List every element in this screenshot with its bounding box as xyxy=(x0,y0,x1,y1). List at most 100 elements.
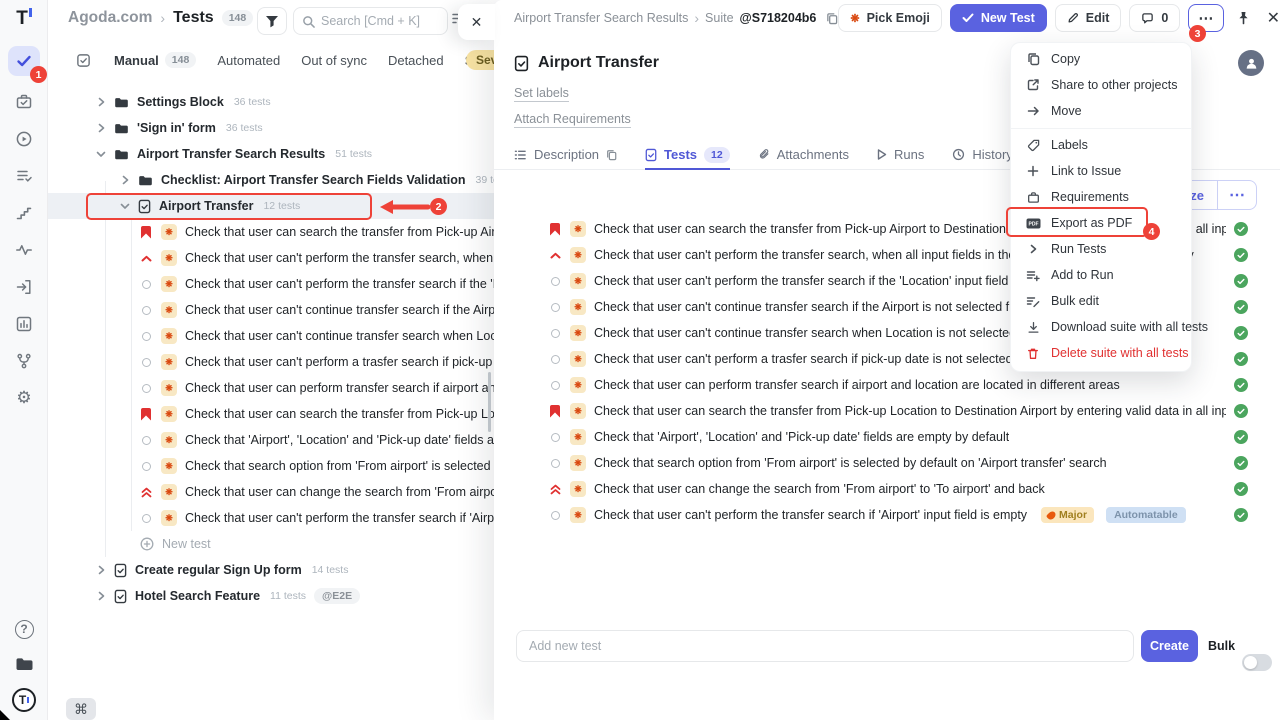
chevron-right-icon[interactable] xyxy=(120,175,130,185)
menu-item-labels[interactable]: Labels xyxy=(1011,132,1191,158)
edit-button[interactable]: Edit xyxy=(1055,4,1122,32)
brand-logo-icon[interactable]: T xyxy=(12,688,36,712)
summarize-more-button[interactable]: ⋯ xyxy=(1217,181,1256,209)
pin-button[interactable] xyxy=(1232,11,1254,25)
tree-test-row[interactable]: ❋Check that user can't perform a trasfer… xyxy=(48,349,494,375)
chevron-right-icon[interactable] xyxy=(96,565,106,575)
menu-item-download-suite[interactable]: Download suite with all tests xyxy=(1011,314,1191,340)
menu-item-run-tests[interactable]: Run Tests xyxy=(1011,236,1191,262)
projects-folder-icon[interactable] xyxy=(13,653,35,675)
close-button[interactable]: ✕ xyxy=(1262,8,1280,28)
create-button[interactable]: Create xyxy=(1141,630,1198,662)
breadcrumb-project[interactable]: Agoda.com xyxy=(68,9,152,27)
tree-scrollbar[interactable] xyxy=(488,372,491,432)
tree-test-row[interactable]: ❋Check that user can't continue transfer… xyxy=(48,297,494,323)
chevron-right-icon[interactable] xyxy=(96,97,106,107)
tree-test-row[interactable]: ❋Check that user can change the search f… xyxy=(48,479,494,505)
new-test-row[interactable]: New test xyxy=(48,531,494,557)
tab-description[interactable]: Description xyxy=(514,141,617,168)
folder-row-checklist[interactable]: Checklist: Airport Transfer Search Field… xyxy=(48,167,494,193)
chevron-right-icon[interactable] xyxy=(96,123,106,133)
tree-test-row[interactable]: ❋Check that user can't perform the trans… xyxy=(48,271,494,297)
nav-branches-icon[interactable] xyxy=(13,350,35,372)
chevron-down-icon[interactable] xyxy=(96,151,106,158)
copy-icon[interactable] xyxy=(606,149,617,161)
nav-reports-icon[interactable] xyxy=(13,313,35,335)
search-input[interactable] xyxy=(321,14,431,28)
menu-item-delete-suite[interactable]: Delete suite with all tests xyxy=(1011,340,1191,366)
tab-tests[interactable]: Tests 12 xyxy=(645,141,730,170)
tree-test-row[interactable]: ❋Check that user can't perform the trans… xyxy=(48,245,494,271)
tree-test-row[interactable]: ❋Check that user can search the transfer… xyxy=(48,401,494,427)
tree-test-row[interactable]: ❋Check that user can't perform the trans… xyxy=(48,505,494,531)
tab-out-of-sync[interactable]: Out of sync xyxy=(301,53,367,68)
status-check-icon xyxy=(1234,222,1248,236)
comments-button[interactable]: 0 xyxy=(1129,4,1180,32)
menu-item-link-to-issue[interactable]: Link to Issue xyxy=(1011,158,1191,184)
chevron-down-icon[interactable] xyxy=(120,203,130,210)
severity-filter-chip[interactable]: Sev xyxy=(466,50,494,70)
nav-shared-steps-icon[interactable] xyxy=(13,276,35,298)
test-row[interactable]: ❋Check that user can perform transfer se… xyxy=(494,372,1280,398)
menu-item-add-to-run[interactable]: Add to Run xyxy=(1011,262,1191,288)
select-all-icon[interactable] xyxy=(76,53,91,68)
pick-emoji-button[interactable]: ❋ Pick Emoji xyxy=(838,4,941,32)
drawer-close-tab[interactable]: ✕ xyxy=(458,4,495,40)
tab-manual[interactable]: Manual148 xyxy=(114,52,196,68)
test-title: Check that 'Airport', 'Location' and 'Pi… xyxy=(594,430,1009,444)
tab-runs[interactable]: Runs xyxy=(877,141,924,168)
folder-icon xyxy=(114,96,129,109)
folder-count: 36 tests xyxy=(226,122,263,134)
tab-attachments[interactable]: Attachments xyxy=(758,141,849,168)
plus-icon xyxy=(1025,165,1041,177)
attach-requirements-link[interactable]: Attach Requirements xyxy=(514,112,631,128)
tree-test-row[interactable]: ❋Check that user can search the transfer… xyxy=(48,219,494,245)
nav-settings-icon[interactable]: ⚙ xyxy=(13,387,35,409)
tab-history[interactable]: History xyxy=(952,141,1012,168)
menu-item-move[interactable]: Move xyxy=(1011,98,1191,124)
help-icon[interactable]: ? xyxy=(13,618,35,640)
bulk-toggle[interactable] xyxy=(1242,654,1272,671)
set-labels-link[interactable]: Set labels xyxy=(514,86,569,102)
search-box[interactable] xyxy=(293,7,448,35)
tree-test-row[interactable]: ❋Check that user can't continue transfer… xyxy=(48,323,494,349)
test-row[interactable]: ❋Check that 'Airport', 'Location' and 'P… xyxy=(494,424,1280,450)
tree-test-row[interactable]: ❋Check that user can perform transfer se… xyxy=(48,375,494,401)
new-test-button[interactable]: New Test xyxy=(950,4,1047,32)
breadcrumb-parent[interactable]: Airport Transfer Search Results xyxy=(514,11,688,25)
menu-item-copy[interactable]: Copy xyxy=(1011,46,1191,72)
folder-row-airport-transfer-search-results[interactable]: Airport Transfer Search Results 51 tests xyxy=(48,141,494,167)
nav-test-case-icon[interactable] xyxy=(13,91,35,113)
menu-item-bulk-edit[interactable]: Bulk edit xyxy=(1011,288,1191,314)
menu-item-share[interactable]: Share to other projects xyxy=(1011,72,1191,98)
add-new-test-input[interactable] xyxy=(516,630,1134,662)
chevron-right-icon[interactable] xyxy=(96,591,106,601)
test-row[interactable]: ❋Check that user can change the search f… xyxy=(494,476,1280,502)
tree-test-row[interactable]: ❋Check that search option from 'From air… xyxy=(48,453,494,479)
nav-checklist-icon[interactable] xyxy=(13,165,35,187)
folder-row-sign-in-form[interactable]: 'Sign in' form 36 tests xyxy=(48,115,494,141)
menu-item-export-as-pdf[interactable]: PDFExport as PDF xyxy=(1011,210,1191,236)
suite-row-create-signup[interactable]: Create regular Sign Up form 14 tests xyxy=(48,557,494,583)
nav-runs-icon[interactable] xyxy=(13,128,35,150)
breadcrumb: Agoda.com › Tests 148 xyxy=(68,9,253,27)
breadcrumb-type: Suite xyxy=(705,11,734,25)
assignee-avatar[interactable] xyxy=(1238,50,1264,76)
suite-row-hotel-search[interactable]: Hotel Search Feature 11 tests @E2E xyxy=(48,583,494,609)
nav-activity-icon[interactable] xyxy=(13,239,35,261)
tree-test-row[interactable]: ❋Check that 'Airport', 'Location' and 'P… xyxy=(48,427,494,453)
filter-button[interactable] xyxy=(257,7,287,35)
nav-milestones-icon[interactable] xyxy=(13,202,35,224)
tab-automated[interactable]: Automated xyxy=(217,53,280,68)
test-row[interactable]: ❋Check that user can search the transfer… xyxy=(494,398,1280,424)
status-check-icon xyxy=(1234,508,1248,522)
nav-tests-icon[interactable]: 1 xyxy=(8,46,40,76)
copy-icon[interactable] xyxy=(826,12,838,25)
folder-row-settings-block[interactable]: Settings Block 36 tests xyxy=(48,89,494,115)
test-row[interactable]: ❋Check that search option from 'From air… xyxy=(494,450,1280,476)
menu-item-requirements[interactable]: Requirements xyxy=(1011,184,1191,210)
breadcrumb-section[interactable]: Tests xyxy=(173,9,214,27)
status-check-icon xyxy=(1234,482,1248,496)
tab-detached[interactable]: Detached xyxy=(388,53,444,68)
test-row[interactable]: ❋Check that user can't perform the trans… xyxy=(494,502,1280,528)
